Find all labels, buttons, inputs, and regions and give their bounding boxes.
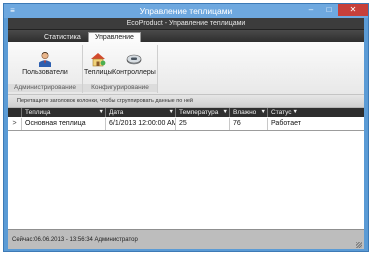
tab-statistics[interactable]: Статистика	[38, 33, 87, 42]
cell-date[interactable]: 6/1/2013 12:00:00 AM	[106, 118, 176, 130]
cell-status[interactable]: Работает	[268, 118, 364, 130]
app-window: ≡ Управление теплицами – □ ✕ EcoProduct …	[3, 3, 369, 252]
column-header-status[interactable]: Статус ▼	[268, 108, 364, 117]
filter-icon[interactable]: ▼	[261, 108, 266, 117]
ribbon-tabs: Статистика Управление	[8, 30, 364, 43]
column-header-label: Статус	[271, 109, 292, 116]
column-header-label: Теплица	[25, 109, 51, 116]
column-header-label: Температура	[179, 109, 219, 116]
cell-humidity[interactable]: 76	[230, 118, 268, 130]
app-title-bar: EcoProduct - Управление теплицами	[8, 18, 364, 30]
ribbon-group-administration: Пользователи Администрирование	[8, 45, 83, 93]
ribbon-group-configuration: Теплицы Контроллеры Конфигурирование	[83, 45, 158, 93]
users-button[interactable]: Пользователи	[15, 51, 75, 77]
column-header-label: Дата	[109, 109, 124, 116]
filter-icon[interactable]: ▼	[169, 108, 174, 117]
header-row-selector	[8, 108, 22, 117]
controller-icon	[126, 51, 142, 67]
ribbon-group-label: Конфигурирование	[83, 84, 157, 92]
users-button-label: Пользователи	[22, 69, 68, 76]
status-text: Сейчас:06.06.2013 - 13:56:34 Администрат…	[12, 237, 138, 243]
data-grid: Теплица ▼ Дата ▼ Температура ▼ Влажно ▼ …	[8, 108, 364, 229]
greenhouse-icon	[90, 51, 106, 67]
controllers-button-label: Контроллеры	[112, 69, 156, 76]
filter-icon[interactable]: ▼	[223, 108, 228, 117]
ribbon-group-label: Администрирование	[8, 84, 82, 92]
grid-header: Теплица ▼ Дата ▼ Температура ▼ Влажно ▼ …	[8, 108, 364, 117]
row-indicator[interactable]: >	[8, 118, 22, 130]
cell-greenhouse[interactable]: Основная теплица	[22, 118, 106, 130]
greenhouses-button[interactable]: Теплицы	[84, 51, 113, 77]
app-client-area: EcoProduct - Управление теплицами Статис…	[8, 18, 364, 249]
greenhouses-button-label: Теплицы	[84, 69, 113, 76]
group-by-hint: Перетащите заголовок колонки, чтобы сгру…	[17, 98, 193, 104]
controllers-button[interactable]: Контроллеры	[112, 51, 156, 77]
filter-icon[interactable]: ▼	[293, 108, 298, 117]
resize-grip[interactable]	[356, 242, 362, 248]
column-header-greenhouse[interactable]: Теплица ▼	[22, 108, 106, 117]
column-header-label: Влажно	[233, 109, 257, 116]
maximize-button[interactable]: □	[320, 4, 338, 16]
minimize-button[interactable]: –	[302, 4, 320, 16]
app-title: EcoProduct - Управление теплицами	[126, 20, 246, 27]
user-icon	[37, 51, 53, 67]
cell-temperature[interactable]: 25	[176, 118, 230, 130]
title-bar[interactable]: ≡ Управление теплицами – □ ✕	[4, 4, 368, 18]
table-row[interactable]: > Основная теплица 6/1/2013 12:00:00 AM …	[8, 118, 364, 131]
filter-icon[interactable]: ▼	[99, 108, 104, 117]
column-header-humidity[interactable]: Влажно ▼	[230, 108, 268, 117]
ribbon-panel: Пользователи Администрирование Теплицы К…	[8, 42, 364, 95]
column-header-temperature[interactable]: Температура ▼	[176, 108, 230, 117]
close-button[interactable]: ✕	[338, 4, 368, 16]
status-bar: Сейчас:06.06.2013 - 13:56:34 Администрат…	[8, 229, 364, 249]
column-header-date[interactable]: Дата ▼	[106, 108, 176, 117]
group-by-panel[interactable]: Перетащите заголовок колонки, чтобы сгру…	[8, 95, 364, 108]
